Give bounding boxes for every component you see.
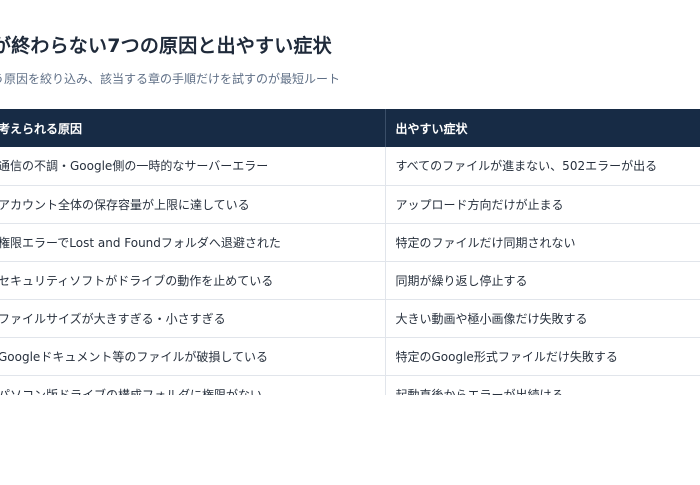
page-subtitle: う原因を絞り込み、該当する章の手順だけを試すのが最短ルート xyxy=(0,72,341,86)
table-row: セキュリティソフトがドライブの動作を止めている 同期が繰り返し停止する xyxy=(0,261,700,299)
symptom-cell: 起動直後からエラーが出続ける xyxy=(384,375,700,395)
symptom-cell: 特定のファイルだけ同期されない xyxy=(384,223,700,261)
cause-cell: ファイルサイズが大きすぎる・小さすぎる xyxy=(0,311,226,326)
cause-cell: セキュリティソフトがドライブの動作を止めている xyxy=(0,273,274,288)
page-title: が終わらない7つの原因と出やすい症状 xyxy=(0,35,332,57)
table-row: ファイルサイズが大きすぎる・小さすぎる 大きい動画や極小画像だけ失敗する xyxy=(0,299,700,337)
cause-cell: アカウント全体の保存容量が上限に達している xyxy=(0,197,250,212)
symptom-cell: アップロード方向だけが止まる xyxy=(384,185,700,223)
header-cause: 考えられる原因 xyxy=(0,121,83,136)
symptom-cell: 同期が繰り返し停止する xyxy=(384,261,700,299)
table-header: 考えられる原因 出やすい症状 xyxy=(0,109,700,147)
symptom-cell: 特定のGoogle形式ファイルだけ失敗する xyxy=(384,337,700,375)
symptom-cell: すべてのファイルが進まない、502エラーが出る xyxy=(384,147,700,185)
cause-symptom-table: 考えられる原因 出やすい症状 通信の不調・Google側の一時的なサーバーエラー… xyxy=(0,109,700,395)
symptom-cell: 大きい動画や極小画像だけ失敗する xyxy=(384,299,700,337)
table-row: Googleドキュメント等のファイルが破損している 特定のGoogle形式ファイ… xyxy=(0,337,700,375)
cause-cell: 通信の不調・Google側の一時的なサーバーエラー xyxy=(0,159,269,174)
cause-symptom-table-container: 考えられる原因 出やすい症状 通信の不調・Google側の一時的なサーバーエラー… xyxy=(0,109,700,395)
table-row: パソコン版ドライブの構成フォルダに権限がない 起動直後からエラーが出続ける xyxy=(0,375,700,395)
table-row: 権限エラーでLost and Foundフォルダへ退避された 特定のファイルだけ… xyxy=(0,223,700,261)
cause-cell: 権限エラーでLost and Foundフォルダへ退避された xyxy=(0,235,281,250)
table-row: 通信の不調・Google側の一時的なサーバーエラー すべてのファイルが進まない、… xyxy=(0,147,700,185)
table-body: 通信の不調・Google側の一時的なサーバーエラー すべてのファイルが進まない、… xyxy=(0,147,700,395)
cause-cell: Googleドキュメント等のファイルが破損している xyxy=(0,349,268,364)
table-row: アカウント全体の保存容量が上限に達している アップロード方向だけが止まる xyxy=(0,185,700,223)
header-symptom: 出やすい症状 xyxy=(384,109,700,147)
page: が終わらない7つの原因と出やすい症状 う原因を絞り込み、該当する章の手順だけを試… xyxy=(0,0,700,485)
cause-cell: パソコン版ドライブの構成フォルダに権限がない xyxy=(0,387,263,396)
table-header-row: 考えられる原因 出やすい症状 xyxy=(0,109,700,147)
